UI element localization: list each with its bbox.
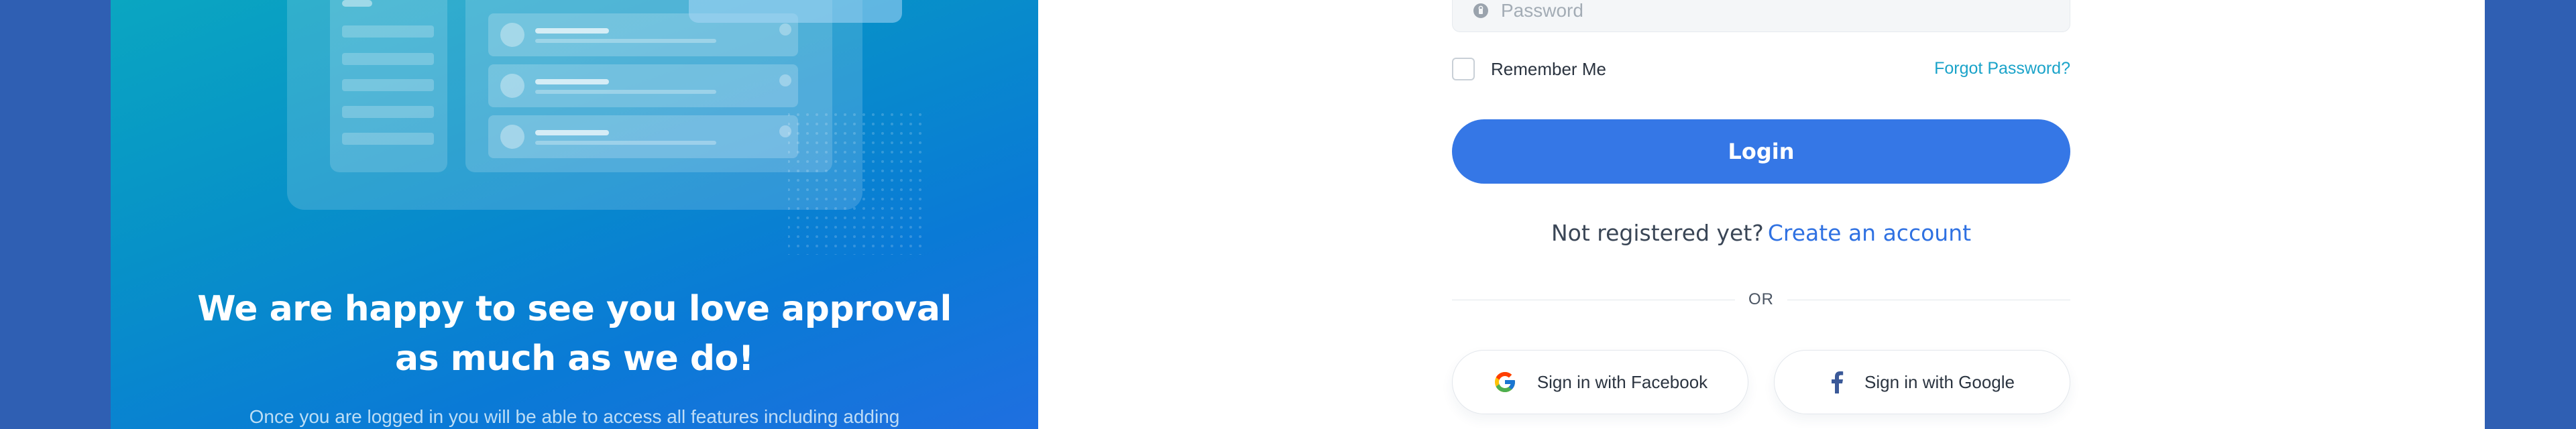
social-signin-button-right[interactable]: Sign in with Google [1774,350,2070,414]
page-frame: We are happy to see you love approval as… [111,0,2485,429]
remember-me[interactable]: Remember Me [1452,58,1606,80]
social-signin-button-left[interactable]: Sign in with Facebook [1452,350,1748,414]
create-account-link[interactable]: Create an account [1768,220,1971,246]
welcome-subtext: Once you are logged in you will be able … [249,406,900,427]
register-row: Not registered yet? Create an account [1452,220,2070,246]
social-left-label: Sign in with Facebook [1536,371,1708,392]
forgot-password-link[interactable]: Forgot Password? [1934,59,2070,78]
remember-checkbox[interactable] [1452,58,1475,80]
lock-icon [1473,2,1490,19]
welcome-panel: We are happy to see you love approval as… [111,0,1038,429]
google-icon [1493,370,1517,394]
facebook-icon [1830,371,1844,393]
login-button[interactable]: Login [1452,119,2070,184]
remember-row: Remember Me Forgot Password? [1452,58,2070,84]
or-text: OR [1748,290,1774,308]
social-right-label: Sign in with Google [1864,371,2015,392]
remember-label: Remember Me [1491,58,1606,79]
dashboard-illustration [287,0,922,255]
welcome-headline-line2: as much as we do! [394,339,754,379]
welcome-headline-line1: We are happy to see you love approval [197,289,952,329]
or-divider: OR [1452,290,2070,310]
not-registered-text: Not registered yet? [1551,220,1764,246]
login-form: Remember Me Forgot Password? Login Not r… [1452,0,2070,429]
password-field[interactable] [1452,0,2070,32]
password-input[interactable] [1501,0,1970,21]
welcome-headline: We are happy to see you love approval as… [111,284,1038,383]
